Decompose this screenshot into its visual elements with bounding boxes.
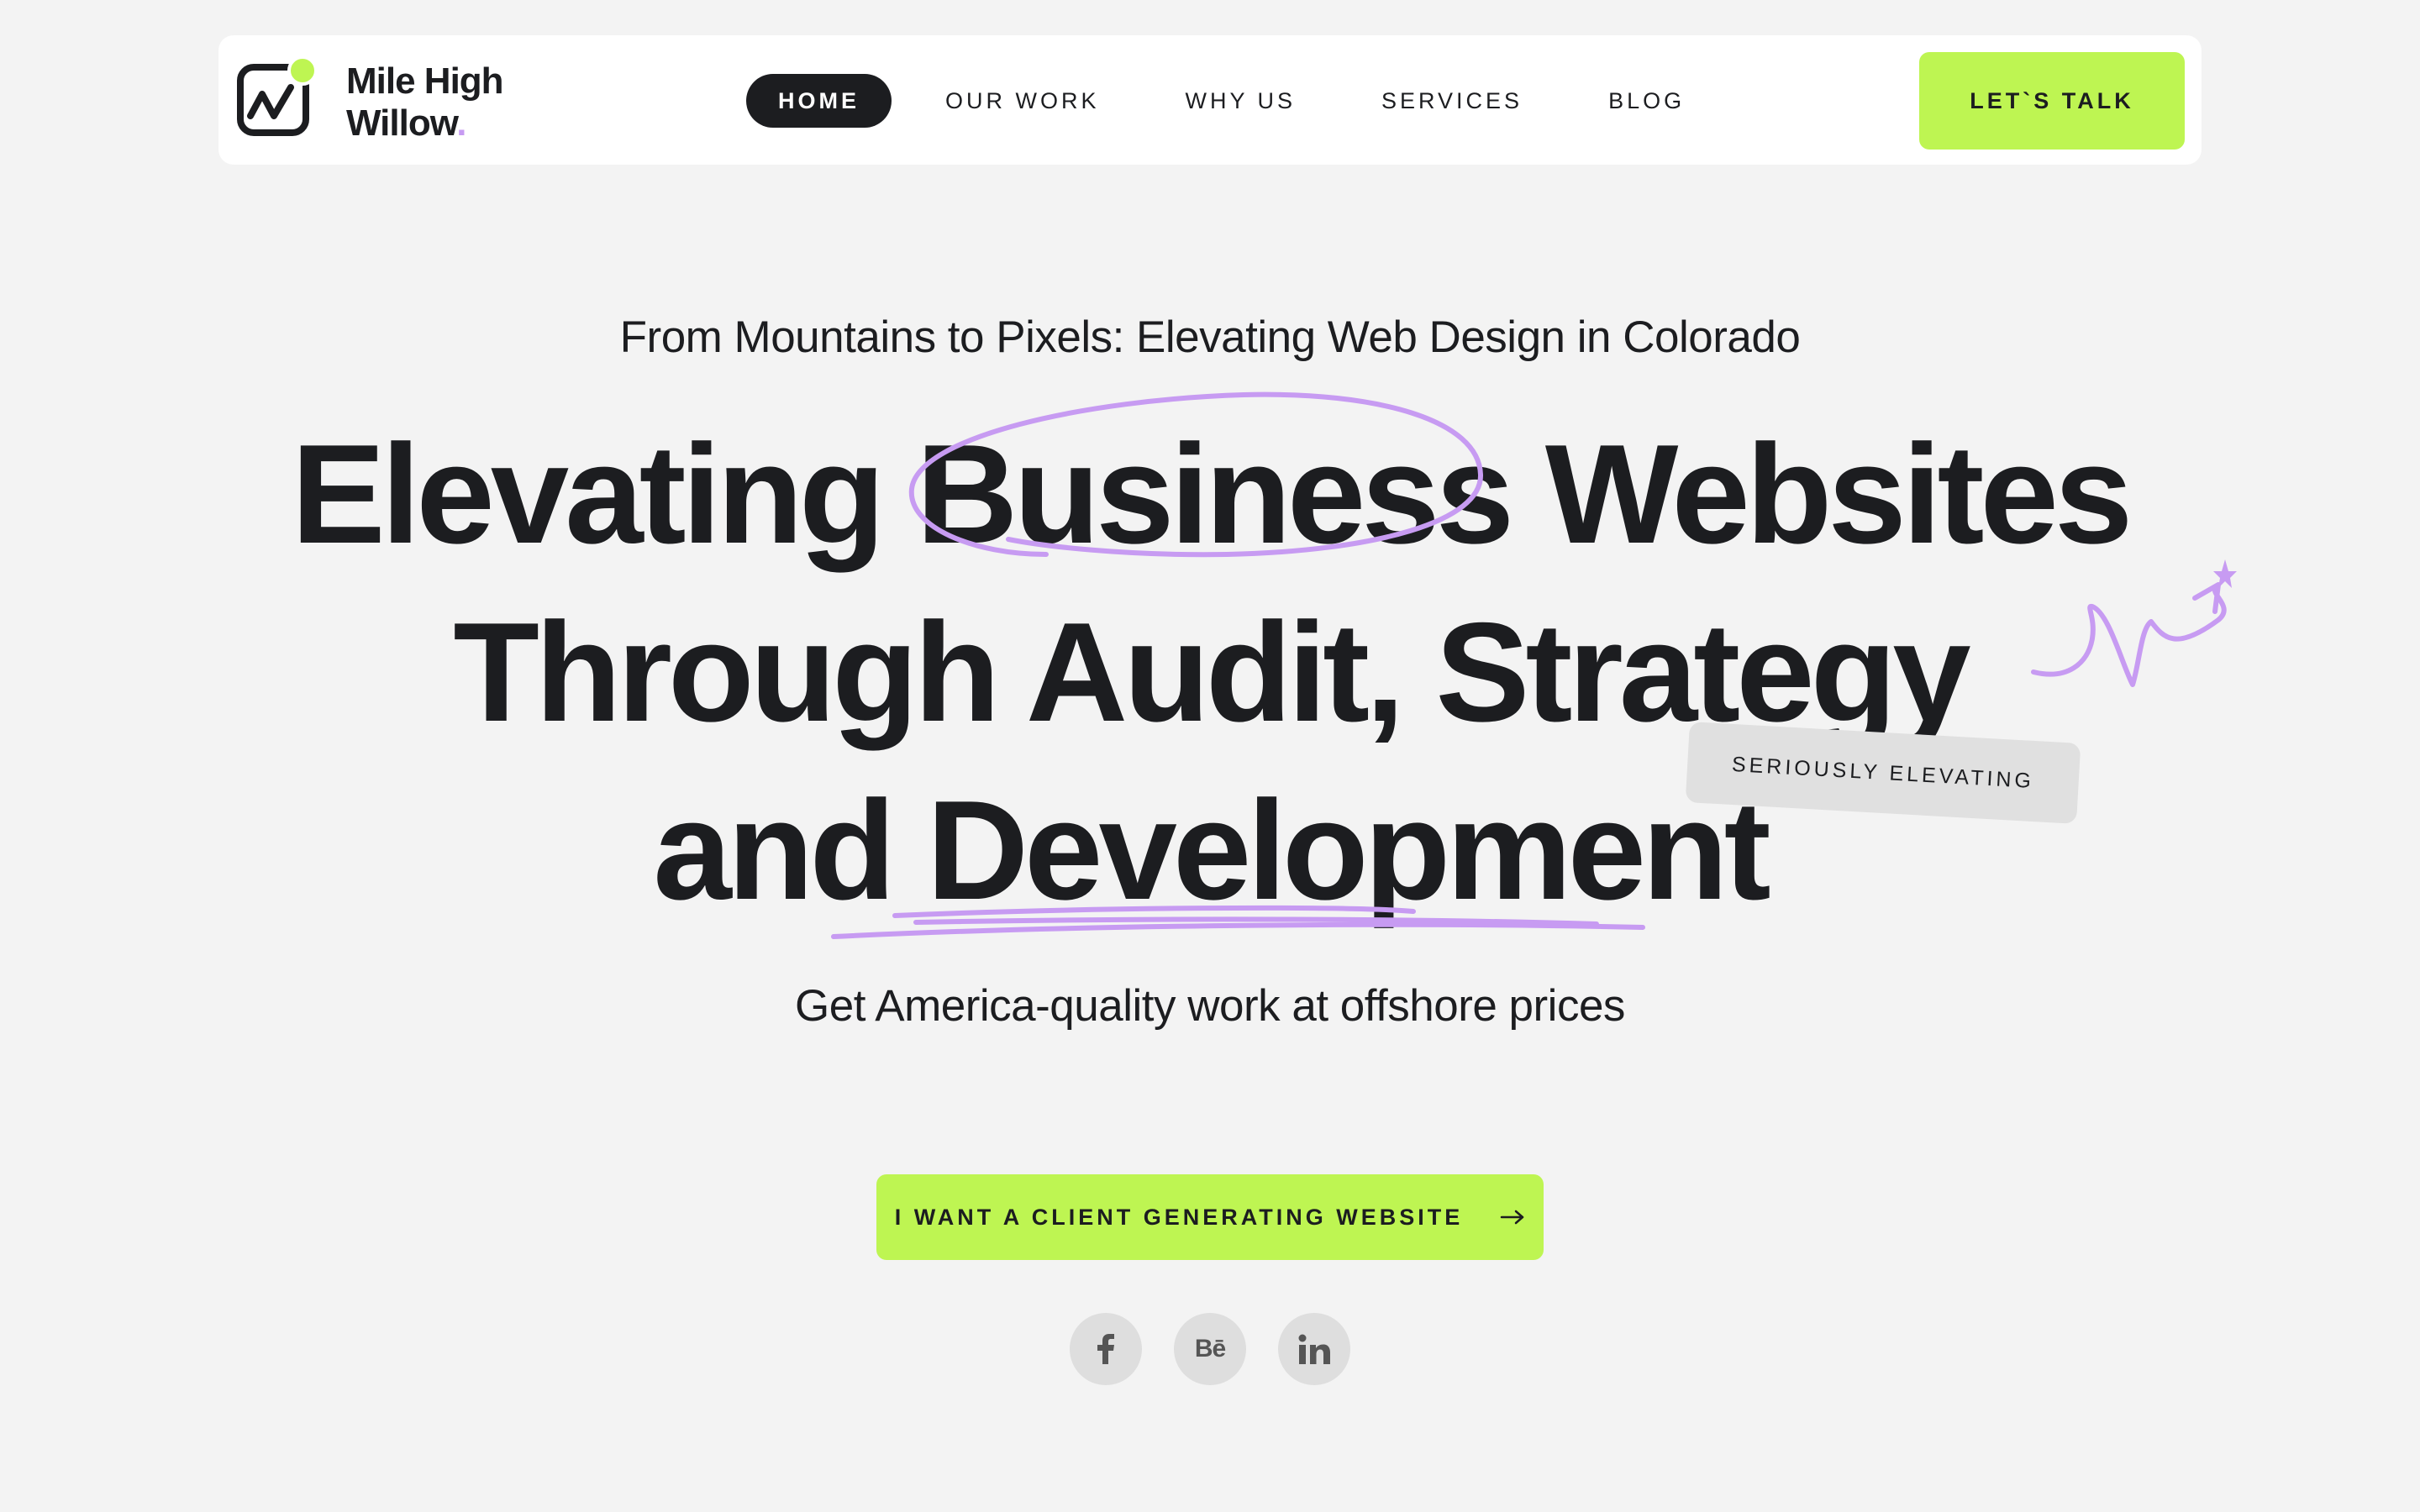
- nav-item-home[interactable]: HOME: [746, 74, 892, 128]
- nav-item-why-us[interactable]: WHY US: [1154, 74, 1328, 128]
- arrow-right-icon: [1501, 1210, 1524, 1225]
- chart-line-badge-icon: [237, 57, 318, 136]
- nav-item-our-work[interactable]: OUR WORK: [913, 74, 1132, 128]
- brand-dot: .: [456, 102, 466, 144]
- site-header: Mile High Willow. HOME OUR WORK WHY US S…: [218, 35, 2202, 165]
- behance-link[interactable]: Bē: [1174, 1313, 1246, 1385]
- linkedin-link[interactable]: [1278, 1313, 1350, 1385]
- facebook-icon: [1097, 1334, 1114, 1364]
- headline-line-2: Through Audit, Strategy: [453, 593, 1970, 751]
- cta-label: I WANT A CLIENT GENERATING WEBSITE: [894, 1204, 1464, 1230]
- brand-name-line1: Mile High: [346, 60, 504, 102]
- headline-line-1: Elevating Business Websites: [291, 415, 2133, 573]
- client-website-cta-button[interactable]: I WANT A CLIENT GENERATING WEBSITE: [876, 1174, 1544, 1260]
- brand-name: Mile High Willow.: [346, 60, 504, 144]
- hero-subline: Get America-quality work at offshore pri…: [795, 981, 1625, 1031]
- behance-icon: Bē: [1194, 1335, 1226, 1362]
- logo[interactable]: Mile High Willow.: [235, 57, 521, 150]
- nav-item-services[interactable]: SERVICES: [1349, 74, 1555, 128]
- hero-headline: Elevating Business Websites Through Audi…: [0, 405, 2420, 939]
- lets-talk-button[interactable]: LET`S TALK: [1919, 52, 2185, 150]
- linkedin-icon: [1298, 1334, 1330, 1364]
- brand-name-line2: Willow: [346, 102, 457, 144]
- hero-eyebrow: From Mountains to Pixels: Elevating Web …: [619, 312, 1801, 362]
- nav-item-blog[interactable]: BLOG: [1576, 74, 1717, 128]
- facebook-link[interactable]: [1070, 1313, 1142, 1385]
- main-nav: HOME OUR WORK WHY US SERVICES BLOG: [746, 74, 1739, 128]
- social-links: Bē: [1070, 1313, 1350, 1385]
